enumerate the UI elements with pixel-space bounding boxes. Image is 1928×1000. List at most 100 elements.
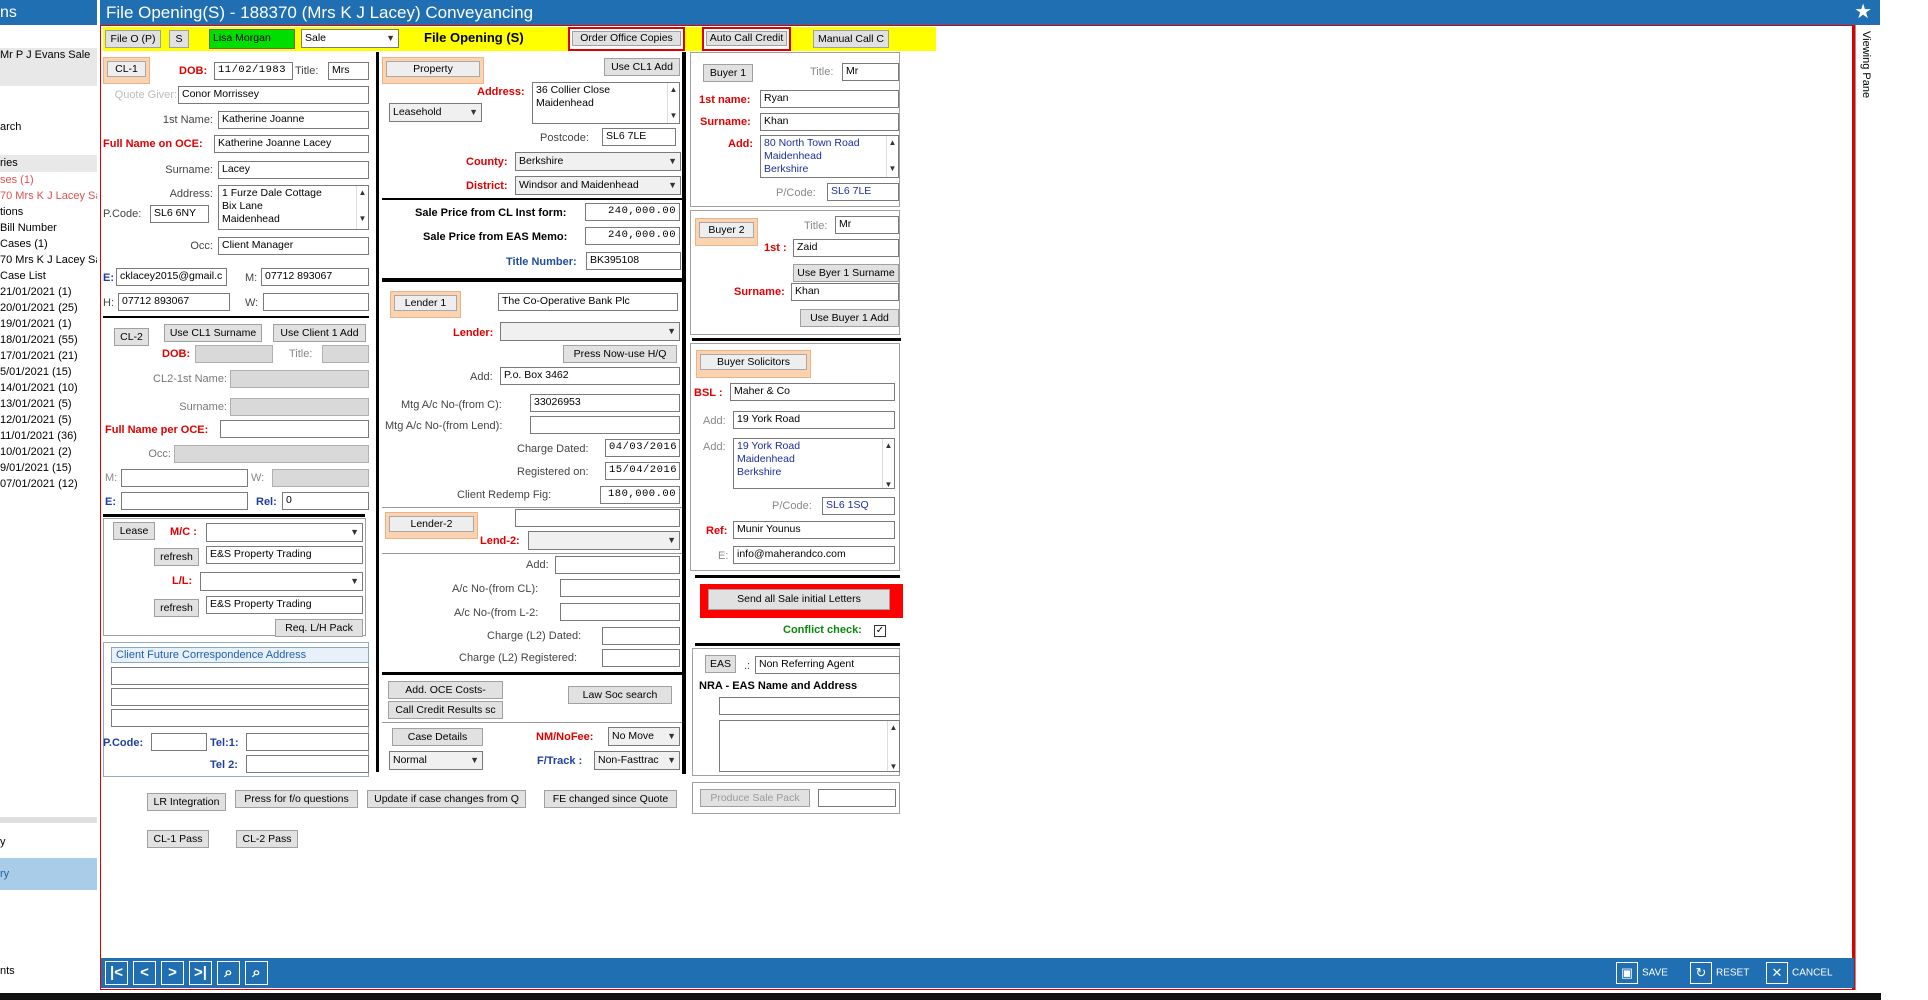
lender2-button[interactable]: Lender-2 bbox=[385, 512, 478, 539]
case-type-select[interactable]: Sale ▼ bbox=[301, 29, 399, 48]
cl2-button[interactable]: CL-2 bbox=[114, 328, 149, 346]
sidebar-item[interactable]: 17/01/2021 (21) bbox=[0, 350, 78, 362]
buyer-title-field[interactable]: Mr bbox=[842, 63, 899, 81]
sale-cl-field[interactable]: 240,000.00 bbox=[585, 203, 680, 221]
ftrack-select[interactable]: Non-Fasttrac ▼ bbox=[594, 751, 680, 770]
lender-add-field[interactable]: P.o. Box 3462 bbox=[500, 367, 680, 385]
order-office-copies-button[interactable]: Order Office Copies bbox=[568, 27, 685, 51]
save-action[interactable]: ▣ SAVE bbox=[1616, 962, 1668, 985]
sol-add-field[interactable]: 19 York Road bbox=[733, 411, 895, 429]
sidebar-item[interactable]: Mr P J Evans Sale bbox=[0, 49, 90, 61]
registered-field[interactable]: 15/04/2016 bbox=[605, 462, 680, 480]
sidebar-item[interactable]: Bill Number bbox=[0, 222, 57, 234]
buyer2-title-field[interactable]: Mr bbox=[835, 216, 899, 234]
lender2-name-field[interactable] bbox=[515, 509, 680, 527]
buyer1-button[interactable]: Buyer 1 bbox=[703, 64, 753, 82]
sidebar-item[interactable]: 70 Mrs K J Lacey Sa bbox=[0, 254, 97, 266]
rel-field[interactable]: 0 bbox=[282, 492, 369, 510]
ref-field[interactable]: Munir Younus bbox=[733, 521, 895, 539]
ac-l2-field[interactable] bbox=[560, 603, 680, 621]
conflict-checkbox[interactable]: ✓ bbox=[874, 625, 886, 637]
viewing-pane-tab[interactable]: Viewing Pane bbox=[1855, 25, 1881, 990]
sidebar-item[interactable]: 18/01/2021 (55) bbox=[0, 334, 78, 346]
email-field[interactable]: cklacey2015@gmail.c bbox=[116, 268, 227, 286]
call-credit-results-button[interactable]: Call Credit Results sc bbox=[388, 701, 503, 719]
charge-l2-field[interactable] bbox=[602, 627, 680, 645]
lender1-button[interactable]: Lender 1 bbox=[390, 291, 461, 318]
sidebar-item[interactable]: 12/01/2021 (5) bbox=[0, 414, 72, 426]
cl1-button[interactable]: CL-1 bbox=[103, 57, 150, 84]
case-details-button[interactable]: Case Details bbox=[392, 728, 483, 746]
title-field[interactable]: Mrs bbox=[328, 62, 369, 80]
sidebar-item[interactable]: 19/01/2021 (1) bbox=[0, 318, 72, 330]
postcode-field[interactable]: SL6 7LE bbox=[602, 128, 676, 146]
buyer-surname-field[interactable]: Khan bbox=[760, 113, 899, 131]
occ-field[interactable]: Client Manager bbox=[218, 237, 369, 255]
lease-button[interactable]: Lease bbox=[113, 522, 155, 540]
property-button[interactable]: Property bbox=[382, 57, 484, 84]
search-icon[interactable]: ⌕ bbox=[217, 961, 240, 985]
prop-address-field[interactable]: 36 Collier Close Maidenhead ▲ ▼ bbox=[532, 82, 680, 124]
nra-address-field[interactable]: ▲ ▼ bbox=[719, 720, 900, 772]
cl2-first-field[interactable] bbox=[230, 370, 369, 388]
sidebar-item[interactable]: ry bbox=[0, 868, 9, 880]
produce-sale-pack-button[interactable]: Produce Sale Pack bbox=[700, 789, 810, 807]
buyer2-button[interactable]: Buyer 2 bbox=[695, 218, 758, 246]
sidebar-item[interactable]: 9/01/2021 (15) bbox=[0, 462, 72, 474]
buyer-add-field[interactable]: 80 North Town Road Maidenhead Berkshire … bbox=[760, 135, 899, 178]
use-buyer1-surname-button[interactable]: Use Byer 1 Surname bbox=[793, 264, 899, 282]
work-field[interactable] bbox=[263, 293, 369, 311]
sol-pcode-field[interactable]: SL6 1SQ bbox=[822, 497, 895, 515]
home-field[interactable]: 07712 893067 bbox=[118, 293, 230, 311]
dob-field[interactable]: 11/02/1983 bbox=[214, 62, 293, 80]
send-letters-button[interactable]: Send all Sale initial Letters bbox=[708, 589, 890, 610]
star-icon[interactable]: ★ bbox=[1854, 0, 1872, 25]
buyer-pcode-field[interactable]: SL6 7LE bbox=[827, 183, 899, 201]
sidebar-item[interactable]: 5/01/2021 (15) bbox=[0, 366, 72, 378]
district-select[interactable]: Windsor and Maidenhead ▼ bbox=[515, 176, 681, 195]
tel1-field[interactable] bbox=[246, 733, 369, 751]
update-case-button[interactable]: Update if case changes from Q bbox=[367, 790, 526, 808]
sidebar-item[interactable]: nts bbox=[0, 965, 15, 977]
tel2-field[interactable] bbox=[246, 755, 369, 773]
county-select[interactable]: Berkshire ▼ bbox=[515, 152, 681, 171]
mobile-field[interactable]: 07712 893067 bbox=[261, 268, 369, 286]
press-now-button[interactable]: Press Now-use H/Q bbox=[563, 345, 677, 363]
full-name-field[interactable]: Katherine Joanne Lacey bbox=[214, 135, 369, 153]
m2-field[interactable] bbox=[121, 469, 248, 487]
sidebar-item[interactable]: y bbox=[0, 836, 6, 848]
sale-eas-field[interactable]: 240,000.00 bbox=[585, 227, 680, 245]
lr-integration-button[interactable]: LR Integration bbox=[147, 793, 226, 811]
future-corr-line3[interactable] bbox=[111, 709, 369, 727]
sidebar-item[interactable]: 13/01/2021 (5) bbox=[0, 398, 72, 410]
future-corr-line1[interactable] bbox=[111, 667, 369, 685]
surname-field[interactable]: Lacey bbox=[218, 161, 369, 179]
normal-select[interactable]: Normal ▼ bbox=[389, 751, 483, 770]
address-field[interactable]: 1 Furze Dale Cottage Bix Lane Maidenhead… bbox=[218, 185, 369, 230]
quote-giver-field[interactable]: Conor Morrissey bbox=[178, 86, 369, 104]
lend2-select[interactable]: ▼ bbox=[528, 531, 680, 550]
sidebar-item[interactable]: tions bbox=[0, 206, 23, 218]
produce-field[interactable] bbox=[818, 789, 896, 807]
law-soc-button[interactable]: Law Soc search bbox=[568, 686, 672, 704]
refresh-mc-button[interactable]: refresh bbox=[154, 548, 199, 566]
sidebar-item[interactable]: Cases (1) bbox=[0, 238, 48, 250]
sidebar-item[interactable]: 10/01/2021 (2) bbox=[0, 446, 72, 458]
fe-changed-button[interactable]: FE changed since Quote bbox=[544, 790, 677, 808]
manual-call-button[interactable]: Manual Call C bbox=[813, 30, 889, 48]
sidebar-item[interactable]: 07/01/2021 (12) bbox=[0, 478, 78, 490]
first-record-icon[interactable]: |< bbox=[105, 961, 128, 985]
lender-select[interactable]: ▼ bbox=[500, 322, 680, 341]
buyer2-first-field[interactable]: Zaid bbox=[793, 239, 899, 257]
eas-button[interactable]: EAS bbox=[705, 655, 736, 673]
surname2-field[interactable] bbox=[230, 398, 369, 416]
file-o-button[interactable]: File O (P) bbox=[105, 30, 161, 48]
scrollbar[interactable]: ▲ ▼ bbox=[882, 439, 894, 488]
sidebar-item[interactable]: 20/01/2021 (25) bbox=[0, 302, 78, 314]
cl2-pass-button[interactable]: CL-2 Pass bbox=[236, 830, 298, 848]
lender1-name-field[interactable]: The Co-Operative Bank Plc bbox=[498, 293, 678, 311]
fo-questions-button[interactable]: Press for f/o questions bbox=[235, 790, 358, 808]
tenure-select[interactable]: Leasehold ▼ bbox=[389, 103, 482, 122]
w2-field[interactable] bbox=[272, 469, 369, 487]
first-name-field[interactable]: Katherine Joanne bbox=[218, 111, 369, 129]
